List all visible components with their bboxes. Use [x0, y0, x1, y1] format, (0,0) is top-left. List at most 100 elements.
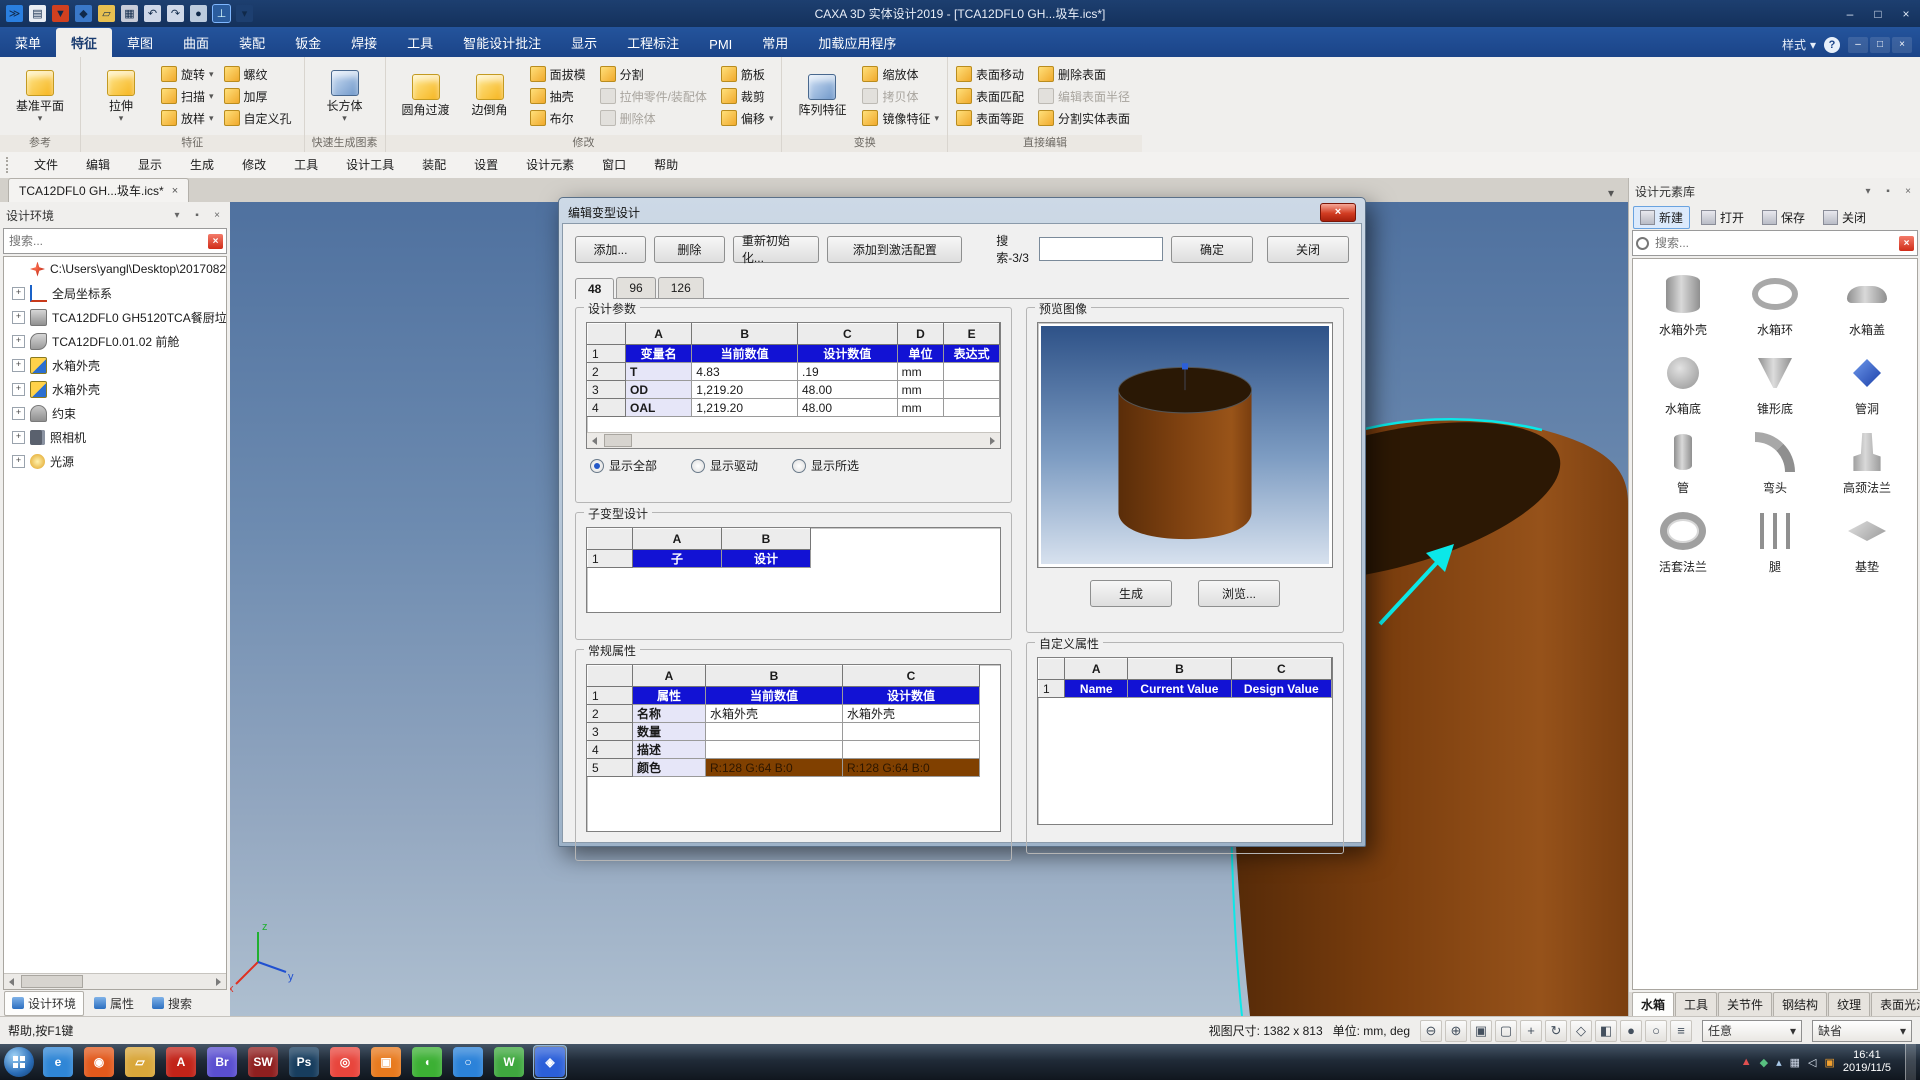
tray-volume-icon[interactable]: ◁ — [1808, 1056, 1816, 1069]
table-row[interactable]: 1 Name Current Value Design Value — [1039, 680, 1332, 698]
tab-list-chevron-icon[interactable]: ▾ — [1602, 184, 1620, 202]
library-toolbar-button[interactable]: 关闭 — [1816, 206, 1873, 229]
menu-item[interactable]: 设计工具 — [332, 152, 408, 178]
tree-item[interactable]: + 照相机 — [4, 425, 226, 449]
library-search-box[interactable]: × — [1632, 230, 1918, 256]
ribbon-tab[interactable]: 特征 — [56, 28, 112, 57]
table-row[interactable]: 1 子 设计 — [588, 550, 811, 568]
close-icon[interactable]: × — [1892, 4, 1920, 24]
toolbar-grip[interactable] — [6, 157, 12, 173]
ribbon-tab[interactable]: 加载应用程序 — [803, 28, 911, 57]
column-header[interactable] — [588, 324, 626, 345]
ribbon-tab[interactable]: 智能设计批注 — [448, 28, 556, 57]
library-item[interactable]: 基垫 — [1821, 510, 1913, 575]
measure-icon[interactable]: ⊥ — [213, 5, 230, 22]
library-item[interactable]: 锥形底 — [1729, 352, 1821, 417]
expand-icon[interactable]: + — [12, 311, 25, 324]
ribbon-tab[interactable]: 草图 — [112, 28, 168, 57]
library-item[interactable]: 活套法兰 — [1637, 510, 1729, 575]
ribbon-tab[interactable]: 常用 — [747, 28, 803, 57]
tree-item[interactable]: + 约束 — [4, 401, 226, 425]
tree-item[interactable]: + TCA12DFL0.01.02 前舱 — [4, 329, 226, 353]
tree-item[interactable]: + TCA12DFL0 GH5120TCA餐厨垃 — [4, 305, 226, 329]
library-toolbar-button[interactable]: 新建 — [1633, 206, 1690, 229]
close-button[interactable]: 关闭 — [1267, 236, 1349, 263]
ribbon-tab[interactable]: 装配 — [224, 28, 280, 57]
variant-tab[interactable]: 126 — [658, 277, 704, 298]
expand-icon[interactable]: + — [12, 335, 25, 348]
open-folder-icon[interactable]: ▱ — [98, 5, 115, 22]
ribbon-small-button[interactable]: 旋转▾ — [161, 63, 214, 85]
taskbar-app[interactable]: ○ — [451, 1045, 485, 1079]
column-header[interactable] — [1039, 659, 1065, 680]
library-toolbar-button[interactable]: 打开 — [1694, 206, 1751, 229]
library-category-tab[interactable]: 钢结构 — [1773, 992, 1827, 1016]
table-row[interactable]: 4 描述 — [588, 741, 980, 759]
menu-item[interactable]: 工具 — [280, 152, 332, 178]
variant-tab[interactable]: 48 — [575, 278, 614, 299]
column-header[interactable]: A — [625, 324, 691, 345]
ribbon-small-button[interactable]: 镜像特征▾ — [862, 107, 939, 129]
dialog-search-input[interactable] — [1039, 237, 1163, 261]
ribbon-tab[interactable]: 曲面 — [168, 28, 224, 57]
add-button[interactable]: 添加... — [575, 236, 646, 263]
caxa-logo-icon[interactable]: ≫ — [6, 5, 23, 22]
ribbon-tab[interactable]: 工程标注 — [612, 28, 694, 57]
clear-search-icon[interactable]: × — [1899, 236, 1914, 251]
clear-search-icon[interactable]: × — [208, 234, 223, 249]
zoom-all-icon[interactable]: ▢ — [1495, 1020, 1517, 1042]
expand-icon[interactable]: + — [12, 359, 25, 372]
expand-icon[interactable]: + — [12, 431, 25, 444]
library-search-input[interactable] — [1653, 235, 1895, 251]
ribbon-tab[interactable]: 焊接 — [336, 28, 392, 57]
redo-icon[interactable]: ↷ — [167, 5, 184, 22]
ribbon-small-button[interactable]: 分割 — [600, 63, 711, 85]
ribbon-tab[interactable]: 显示 — [556, 28, 612, 57]
browse-button[interactable]: 浏览... — [1198, 580, 1280, 607]
column-header[interactable]: C — [798, 324, 898, 345]
taskbar-app[interactable]: W — [492, 1045, 526, 1079]
menu-item[interactable]: 编辑 — [72, 152, 124, 178]
tray-solidworks-icon[interactable]: ▲ — [1741, 1056, 1752, 1069]
material-icon[interactable]: ● — [1620, 1020, 1642, 1042]
library-item[interactable]: 水箱底 — [1637, 352, 1729, 417]
ribbon-small-button[interactable]: 自定义孔 — [224, 107, 296, 129]
reinitialize-button[interactable]: 重新初始化... — [733, 236, 820, 263]
tab-close-icon[interactable]: × — [172, 185, 178, 197]
column-header[interactable]: B — [1128, 659, 1231, 680]
light-toggle-icon[interactable]: ○ — [1645, 1020, 1667, 1042]
delete-button[interactable]: 删除 — [654, 236, 725, 263]
library-item[interactable]: 弯头 — [1729, 431, 1821, 496]
taskbar-app[interactable]: e — [41, 1045, 75, 1079]
library-item[interactable]: 水箱盖 — [1821, 273, 1913, 338]
pin-icon[interactable]: ▪ — [190, 208, 204, 222]
ribbon-small-button[interactable]: 抽壳 — [530, 85, 590, 107]
library-item[interactable]: 管洞 — [1821, 352, 1913, 417]
dialog-close-icon[interactable]: × — [1320, 203, 1356, 222]
rotate-view-icon[interactable]: ↻ — [1545, 1020, 1567, 1042]
tree-item[interactable]: + 水箱外壳 — [4, 353, 226, 377]
ribbon-big-button[interactable]: 边倒角 — [458, 74, 522, 119]
column-header[interactable]: C — [1231, 659, 1331, 680]
column-header[interactable] — [588, 666, 633, 687]
menu-item[interactable]: 设计元素 — [512, 152, 588, 178]
ribbon-tab[interactable]: 钣金 — [280, 28, 336, 57]
ribbon-small-button[interactable]: 删除表面 — [1038, 63, 1134, 85]
library-item[interactable]: 水箱环 — [1729, 273, 1821, 338]
menu-item[interactable]: 显示 — [124, 152, 176, 178]
library-category-tab[interactable]: 表面光泽 — [1871, 992, 1920, 1016]
library-item[interactable]: 高颈法兰 — [1821, 431, 1913, 496]
tray-message-icon[interactable]: ▣ — [1824, 1056, 1834, 1069]
ribbon-small-button[interactable]: 拉伸零件/装配体 — [600, 85, 711, 107]
taskbar-app[interactable]: ▱ — [123, 1045, 157, 1079]
pan-icon[interactable]: + — [1520, 1020, 1542, 1042]
table-row[interactable]: 5 颜色 R:128 G:64 B:0 R:128 G:64 B:0 — [588, 759, 980, 777]
ribbon-small-button[interactable]: 编辑表面半径 — [1038, 85, 1134, 107]
scroll-left-icon[interactable] — [4, 974, 19, 989]
ribbon-small-button[interactable]: 筋板 — [721, 63, 774, 85]
generate-button[interactable]: 生成 — [1090, 580, 1172, 607]
table-row[interactable]: 3 OD 1,219.20 48.00 mm — [588, 381, 1000, 399]
minimize-icon[interactable]: – — [1836, 4, 1864, 24]
tree-search-input[interactable] — [7, 233, 204, 249]
panel-tab[interactable]: 设计环境 — [4, 991, 84, 1016]
